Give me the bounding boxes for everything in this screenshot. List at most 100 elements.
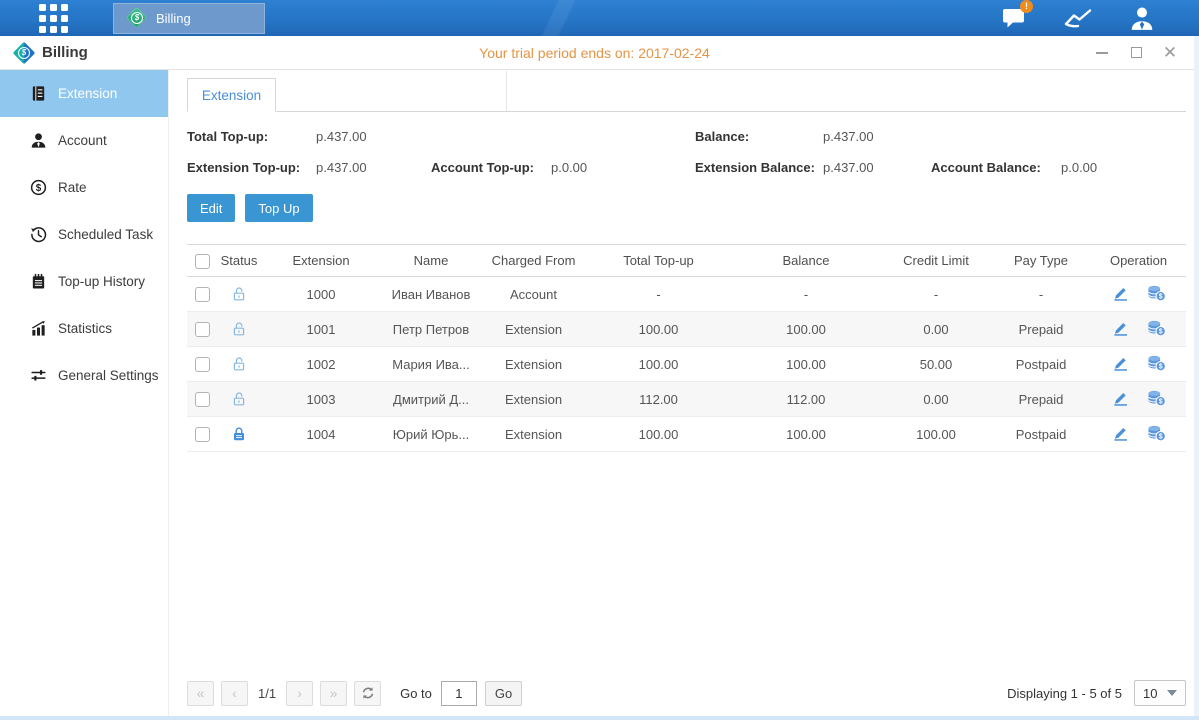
line-chart-icon — [1064, 7, 1092, 29]
window-title-bar: $ Billing Your trial period ends on: 201… — [0, 36, 1199, 70]
sidebar-item-rate[interactable]: $ Rate — [0, 164, 168, 211]
user-icon — [1129, 6, 1155, 31]
sidebar-item-label: Top-up History — [58, 274, 145, 289]
col-total-topup: Total Top-up — [586, 245, 731, 277]
cell-charged-from: Extension — [481, 347, 586, 382]
billing-summary: Total Top-up: p.437.00 Extension Top-up:… — [187, 129, 1186, 175]
row-checkbox[interactable] — [195, 357, 210, 372]
account-topup-label: Account Top-up: — [431, 160, 551, 175]
ledger-icon — [30, 85, 47, 102]
sidebar-item-statistics[interactable]: Statistics — [0, 305, 168, 352]
topup-row-icon[interactable] — [1146, 354, 1166, 375]
topup-row-icon[interactable] — [1146, 389, 1166, 410]
topup-row-icon[interactable] — [1146, 319, 1166, 340]
cell-credit-limit: 0.00 — [881, 382, 991, 417]
cell-extension: 1000 — [261, 277, 381, 312]
cell-balance: 100.00 — [731, 417, 881, 452]
go-button[interactable]: Go — [485, 681, 522, 706]
resource-monitor-button[interactable] — [1063, 5, 1093, 31]
cell-balance: - — [731, 277, 881, 312]
extension-table: Status Extension Name Charged From Total… — [187, 244, 1186, 452]
sidebar-item-extension[interactable]: Extension — [0, 70, 168, 117]
edit-row-icon[interactable] — [1111, 284, 1129, 305]
minimize-button[interactable] — [1095, 46, 1109, 60]
account-balance-label: Account Balance: — [931, 160, 1061, 175]
row-checkbox[interactable] — [195, 392, 210, 407]
cell-name: Юрий Юрь... — [381, 417, 481, 452]
cell-name: Иван Иванов — [381, 277, 481, 312]
user-menu-button[interactable] — [1127, 5, 1157, 31]
cell-total-topup: 100.00 — [586, 417, 731, 452]
tab-strip-divider — [506, 71, 507, 111]
cell-balance: 112.00 — [731, 382, 881, 417]
topup-row-icon[interactable] — [1146, 284, 1166, 305]
row-checkbox[interactable] — [195, 427, 210, 442]
row-checkbox[interactable] — [195, 287, 210, 302]
row-checkbox[interactable] — [195, 322, 210, 337]
sidebar-item-general-settings[interactable]: General Settings — [0, 352, 168, 399]
first-page-button[interactable]: « — [187, 681, 214, 706]
bar-chart-icon — [30, 320, 47, 337]
col-balance: Balance — [731, 245, 881, 277]
sidebar-item-label: Rate — [58, 180, 87, 195]
cell-total-topup: 112.00 — [586, 382, 731, 417]
tab-extension[interactable]: Extension — [187, 78, 276, 112]
page-indicator: 1/1 — [258, 686, 276, 701]
tab-label: Extension — [202, 88, 261, 103]
refresh-icon — [361, 686, 375, 700]
app-launcher-button[interactable] — [33, 3, 73, 33]
cell-credit-limit: - — [881, 277, 991, 312]
cell-total-topup: 100.00 — [586, 312, 731, 347]
main-content: Extension Total Top-up: p.437.00 Extensi… — [168, 70, 1199, 716]
cell-total-topup: 100.00 — [586, 347, 731, 382]
dollar-circle-icon: $ — [30, 179, 47, 196]
goto-page-input[interactable] — [441, 681, 477, 706]
cell-name: Мария Ива... — [381, 347, 481, 382]
col-pay-type: Pay Type — [991, 245, 1091, 277]
cell-balance: 100.00 — [731, 347, 881, 382]
refresh-button[interactable] — [354, 681, 381, 706]
prev-page-button[interactable]: ‹ — [221, 681, 248, 706]
sidebar-item-label: General Settings — [58, 368, 159, 383]
lock-open-icon — [231, 286, 247, 302]
cell-pay-type: Postpaid — [991, 417, 1091, 452]
edit-row-icon[interactable] — [1111, 424, 1129, 445]
sidebar-item-label: Extension — [58, 86, 117, 101]
col-extension: Extension — [261, 245, 381, 277]
table-header-row: Status Extension Name Charged From Total… — [187, 245, 1186, 277]
sidebar-item-scheduled-task[interactable]: Scheduled Task — [0, 211, 168, 258]
extension-balance-value: p.437.00 — [823, 160, 931, 175]
lock-open-icon — [231, 391, 247, 407]
cell-pay-type: - — [991, 277, 1091, 312]
table-row: 1001 Петр Петров Extension 100.00 100.00… — [187, 312, 1186, 347]
svg-text:$: $ — [36, 183, 42, 194]
lock-closed-icon — [231, 426, 247, 442]
billing-app-icon: $ — [126, 7, 148, 29]
lock-open-icon — [231, 356, 247, 372]
extension-topup-value: p.437.00 — [316, 160, 431, 175]
cell-total-topup: - — [586, 277, 731, 312]
maximize-button[interactable] — [1129, 46, 1143, 60]
cell-charged-from: Extension — [481, 417, 586, 452]
select-all-checkbox[interactable] — [195, 254, 210, 269]
notifications-button[interactable]: ! — [999, 5, 1029, 31]
col-credit-limit: Credit Limit — [881, 245, 991, 277]
tab-strip: Extension — [187, 70, 1186, 112]
sidebar-item-account[interactable]: Account — [0, 117, 168, 164]
cell-pay-type: Prepaid — [991, 312, 1091, 347]
app-tab-billing[interactable]: $ Billing — [113, 3, 265, 34]
next-page-button[interactable]: › — [286, 681, 313, 706]
page-size-select[interactable]: 10 — [1134, 680, 1186, 706]
edit-button[interactable]: Edit — [187, 194, 235, 222]
top-up-button[interactable]: Top Up — [245, 194, 312, 222]
last-page-button[interactable]: » — [320, 681, 347, 706]
sidebar-item-topup-history[interactable]: Top-up History — [0, 258, 168, 305]
edit-row-icon[interactable] — [1111, 354, 1129, 375]
close-button[interactable]: ✕ — [1163, 46, 1177, 60]
total-topup-value: p.437.00 — [316, 129, 431, 144]
cell-pay-type: Postpaid — [991, 347, 1091, 382]
col-charged-from: Charged From — [481, 245, 586, 277]
topup-row-icon[interactable] — [1146, 424, 1166, 445]
edit-row-icon[interactable] — [1111, 389, 1129, 410]
edit-row-icon[interactable] — [1111, 319, 1129, 340]
